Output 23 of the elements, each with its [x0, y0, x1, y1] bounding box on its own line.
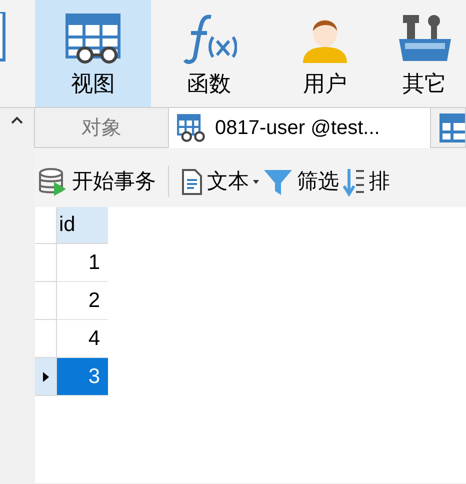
toolbar-button[interactable]: 筛选	[263, 166, 339, 198]
filter-icon	[263, 168, 293, 196]
current-row-icon	[42, 372, 48, 382]
table-glasses-icon	[177, 113, 207, 143]
toolbar-button[interactable]: 开始事务	[38, 166, 156, 198]
collapse-icon[interactable]	[11, 116, 23, 124]
toolbar-button[interactable]: 文本	[168, 166, 259, 198]
ribbon-button[interactable]: 其它	[383, 0, 466, 107]
function-icon	[181, 12, 237, 64]
ribbon-button[interactable]: 视图	[35, 0, 151, 107]
table-glasses-icon	[65, 12, 121, 64]
tab[interactable]: 对象	[34, 108, 169, 148]
row-header[interactable]	[35, 358, 57, 396]
tab[interactable]: 0817-user @test...	[169, 108, 431, 148]
table-cell[interactable]: 3	[57, 358, 108, 396]
column-header[interactable]: id	[57, 207, 108, 244]
tab[interactable]	[431, 108, 466, 148]
toolbar-button[interactable]: 排	[343, 166, 390, 198]
ribbon-button[interactable]: 函数	[151, 0, 267, 107]
document-icon	[181, 168, 203, 196]
database-play-icon	[38, 168, 68, 196]
ribbon-button[interactable]: 用户	[267, 0, 383, 107]
sort-icon	[343, 166, 365, 196]
